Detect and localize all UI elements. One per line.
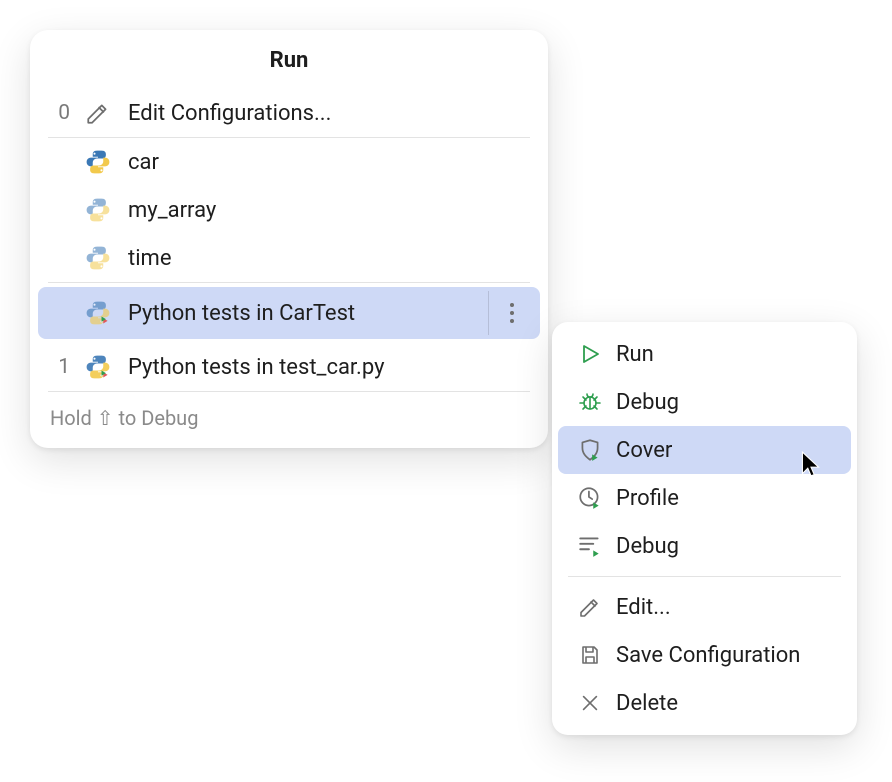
ctx-label: Run <box>610 342 654 367</box>
python-icon <box>76 244 120 272</box>
row-number: 0 <box>44 101 76 125</box>
pencil-icon <box>570 595 610 619</box>
ctx-profile[interactable]: Profile <box>558 474 851 522</box>
ctx-label: Debug <box>610 390 679 415</box>
floppy-icon <box>570 643 610 667</box>
ctx-label: Cover <box>610 438 672 463</box>
lines-icon <box>570 533 610 559</box>
ctx-edit[interactable]: Edit... <box>558 583 851 631</box>
shield-icon <box>570 437 610 463</box>
ctx-label: Debug <box>610 534 679 559</box>
divider <box>48 282 530 283</box>
python-icon <box>76 196 120 224</box>
ctx-label: Edit... <box>610 595 671 620</box>
cross-icon <box>570 692 610 714</box>
bug-icon <box>570 390 610 414</box>
config-row-myarray[interactable]: my_array <box>30 186 548 234</box>
ctx-label: Delete <box>610 691 678 716</box>
play-icon <box>570 342 610 366</box>
python-test-icon <box>76 299 120 327</box>
python-test-icon <box>76 353 120 381</box>
context-menu: Run Debug Cover Profile <box>552 322 857 735</box>
ctx-delete[interactable]: Delete <box>558 679 851 727</box>
test-config-row-testcar[interactable]: 1 Python tests in test_car.py <box>30 343 548 391</box>
run-popup-title: Run <box>30 30 548 89</box>
config-label: car <box>120 150 534 175</box>
config-label: time <box>120 246 534 271</box>
test-config-label: Python tests in test_car.py <box>120 355 534 380</box>
edit-configurations-row[interactable]: 0 Edit Configurations... <box>30 89 548 137</box>
config-row-car[interactable]: car <box>30 138 548 186</box>
edit-configurations-label: Edit Configurations... <box>120 101 534 126</box>
python-icon <box>76 148 120 176</box>
test-config-label: Python tests in CarTest <box>120 301 488 326</box>
ctx-label: Profile <box>610 486 679 511</box>
ctx-cover[interactable]: Cover <box>558 426 851 474</box>
divider <box>568 576 841 577</box>
ctx-debug2[interactable]: Debug <box>558 522 851 570</box>
pencil-icon <box>76 100 120 126</box>
run-popup: Run 0 Edit Configurations... car <box>30 30 548 448</box>
config-row-time[interactable]: time <box>30 234 548 282</box>
test-config-row-cartest[interactable]: Python tests in CarTest <box>38 287 540 339</box>
clock-icon <box>570 485 610 511</box>
ctx-label: Save Configuration <box>610 643 800 668</box>
run-popup-footer: Hold ⇧ to Debug <box>30 392 548 448</box>
ctx-debug[interactable]: Debug <box>558 378 851 426</box>
more-options-button[interactable] <box>488 291 534 335</box>
row-number: 1 <box>44 355 76 379</box>
ctx-save[interactable]: Save Configuration <box>558 631 851 679</box>
ctx-run[interactable]: Run <box>558 330 851 378</box>
config-label: my_array <box>120 198 534 223</box>
